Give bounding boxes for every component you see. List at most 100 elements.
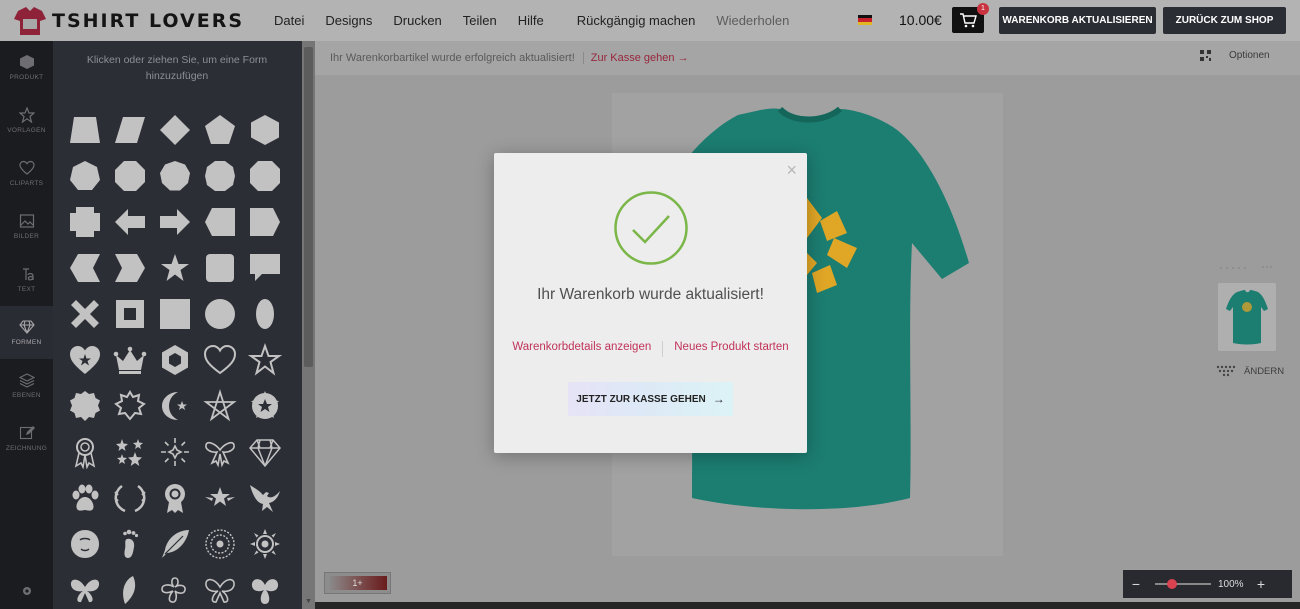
shape-sun-icon[interactable] (246, 525, 284, 563)
shape-badge-icon[interactable] (66, 387, 104, 425)
zoom-slider[interactable] (1155, 579, 1211, 589)
shape-chevron-right-icon[interactable] (111, 249, 149, 287)
shape-dodecagon-icon[interactable] (246, 157, 284, 195)
view-cart-details-link[interactable]: Warenkorbdetails anzeigen (501, 341, 662, 357)
change-product-button[interactable]: ÄNDERN (1216, 365, 1284, 377)
shape-burst-outline-icon[interactable] (111, 387, 149, 425)
checkout-now-button[interactable]: JETZT ZUR KASSE GEHEN → (568, 382, 733, 416)
shape-mandala-icon[interactable] (201, 525, 239, 563)
shape-star-icon[interactable] (156, 249, 194, 287)
menu-print[interactable]: Drucken (393, 13, 441, 28)
zoom-out-button[interactable]: − (1123, 576, 1149, 592)
redo-button[interactable]: Wiederholen (716, 13, 789, 28)
shape-bow-icon[interactable] (201, 433, 239, 471)
shape-star-badge-icon[interactable] (246, 387, 284, 425)
close-icon[interactable]: × (786, 161, 797, 179)
rail-item-layers[interactable]: EBENEN (0, 359, 53, 412)
checkout-link[interactable]: Zur Kasse gehen → (591, 52, 689, 64)
qr-code-icon (1200, 50, 1211, 61)
menu-designs[interactable]: Designs (325, 13, 372, 28)
shape-heart-outline-icon[interactable] (201, 341, 239, 379)
shape-heptagon-icon[interactable] (66, 157, 104, 195)
shape-lion-head-icon[interactable] (66, 525, 104, 563)
rail-item-cliparts[interactable]: CLIPARTS (0, 147, 53, 200)
shape-square-icon[interactable] (156, 295, 194, 333)
scroll-down-arrow-icon[interactable]: ▼ (305, 598, 312, 605)
shape-hexagon-ring-icon[interactable] (156, 341, 194, 379)
menu-help[interactable]: Hilfe (518, 13, 544, 28)
shape-pentagon-icon[interactable] (201, 111, 239, 149)
shape-flower-outline-icon[interactable] (156, 571, 194, 609)
shape-leaf-icon[interactable] (111, 571, 149, 609)
shape-cross-block-icon[interactable] (66, 203, 104, 241)
shape-circle-icon[interactable] (201, 295, 239, 333)
zoom-in-button[interactable]: + (1248, 576, 1274, 592)
menu-share[interactable]: Teilen (463, 13, 497, 28)
shape-nonagon-icon[interactable] (156, 157, 194, 195)
pencil-icon (19, 426, 35, 440)
shape-ribbon-award-icon[interactable] (66, 433, 104, 471)
modal-title: Ihr Warenkorb wurde aktualisiert! (537, 286, 764, 303)
zoom-value: 100% (1218, 578, 1244, 590)
shape-butterfly-icon[interactable] (66, 571, 104, 609)
rail-item-shapes[interactable]: FORMEN (0, 306, 53, 359)
shape-square-frame-icon[interactable] (111, 295, 149, 333)
shape-footprint-icon[interactable] (111, 525, 149, 563)
shapes-hint: Klicken oder ziehen Sie, um eine Form hi… (86, 54, 268, 82)
shape-arrow-right-icon[interactable] (156, 203, 194, 241)
product-view-thumbnail[interactable] (1218, 283, 1276, 351)
layer-chip[interactable]: 1+ (324, 572, 391, 594)
update-cart-button[interactable]: WARENKORB AKTUALISIEREN (999, 7, 1156, 34)
scrollbar-thumb[interactable] (304, 47, 313, 367)
modal-links: Warenkorbdetails anzeigen Neues Produkt … (494, 341, 807, 357)
rail-item-drawing[interactable]: ZEICHNUNG (0, 412, 53, 465)
brand-logo[interactable]: TSHIRT LOVERS (10, 0, 244, 41)
shape-feather-icon[interactable] (156, 525, 194, 563)
shape-ellipse-icon[interactable] (246, 295, 284, 333)
shape-paw-icon[interactable] (66, 479, 104, 517)
new-product-link[interactable]: Neues Produkt starten (663, 341, 799, 357)
german-flag-icon[interactable] (858, 15, 872, 25)
rail-item-label: ZEICHNUNG (5, 445, 48, 452)
shape-rounded-square-icon[interactable] (201, 249, 239, 287)
shape-sunburst-icon[interactable] (156, 433, 194, 471)
shape-hexagon-icon[interactable] (246, 111, 284, 149)
shape-octagon-icon[interactable] (111, 157, 149, 195)
options-button[interactable]: Optionen (1200, 50, 1270, 61)
shape-speech-bubble-icon[interactable] (246, 249, 284, 287)
rail-item-images[interactable]: BILDER (0, 200, 53, 253)
shape-decagon-icon[interactable] (201, 157, 239, 195)
shape-eagle-icon[interactable] (246, 479, 284, 517)
shape-butterfly-outline-icon[interactable] (201, 571, 239, 609)
menu-file[interactable]: Datei (274, 13, 304, 28)
shape-parallelogram-icon[interactable] (111, 111, 149, 149)
shape-arrow-left-icon[interactable] (111, 203, 149, 241)
shape-crown-icon[interactable] (111, 341, 149, 379)
shape-trapezoid-icon[interactable] (66, 111, 104, 149)
shape-crescent-star-icon[interactable] (156, 387, 194, 425)
back-to-shop-button[interactable]: ZURÜCK ZUM SHOP (1163, 7, 1286, 34)
shape-tag-left-icon[interactable] (201, 203, 239, 241)
shape-winged-star-icon[interactable] (201, 479, 239, 517)
main-menu: Datei Designs Drucken Teilen Hilfe Rückg… (274, 13, 810, 28)
rail-item-templates[interactable]: VORLAGEN (0, 94, 53, 147)
shape-heart-star-icon[interactable] (66, 341, 104, 379)
zoom-slider-handle[interactable] (1167, 579, 1177, 589)
shape-sparkles-icon[interactable] (111, 433, 149, 471)
shape-x-icon[interactable] (66, 295, 104, 333)
shape-tag-right-icon[interactable] (246, 203, 284, 241)
checkout-link-label: Zur Kasse gehen (590, 52, 675, 64)
panel-scrollbar[interactable]: ▼ (302, 41, 315, 609)
rail-item-text[interactable]: TEXT (0, 253, 53, 306)
shape-pentagram-icon[interactable] (201, 387, 239, 425)
rail-item-product[interactable]: PRODUKT (0, 41, 53, 94)
shape-medal-icon[interactable] (156, 479, 194, 517)
undo-button[interactable]: Rückgängig machen (577, 13, 696, 28)
settings-gear-icon[interactable] (0, 585, 53, 597)
shape-laurel-wreath-icon[interactable] (111, 479, 149, 517)
shape-moth-icon[interactable] (246, 571, 284, 609)
shape-chevron-left-icon[interactable] (66, 249, 104, 287)
shape-gem-icon[interactable] (246, 433, 284, 471)
shape-star-outline-icon[interactable] (246, 341, 284, 379)
shape-diamond-icon[interactable] (156, 111, 194, 149)
